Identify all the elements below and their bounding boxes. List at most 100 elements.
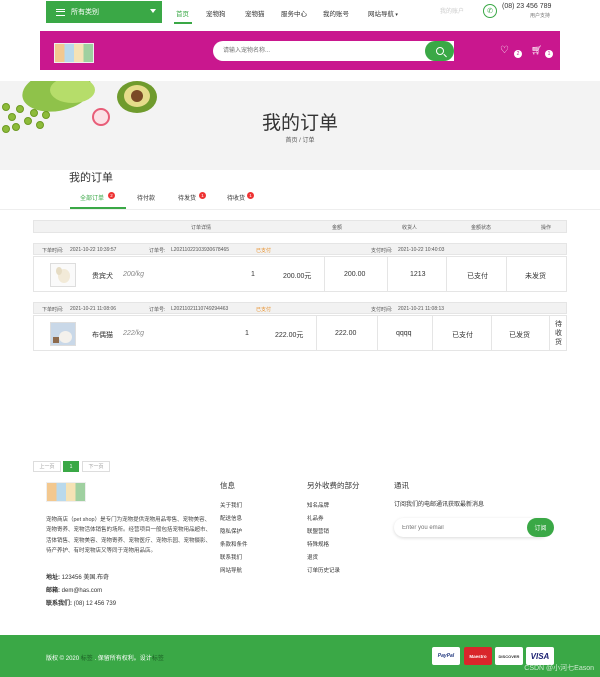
order-number: L20211021110749294463	[171, 306, 229, 312]
product-thumbnail[interactable]	[50, 322, 76, 346]
mail-value: dem@has.com	[61, 588, 103, 594]
product-unit-price: 222/kg	[123, 330, 145, 337]
product-thumbnail[interactable]	[50, 263, 76, 287]
footer-tel: 联系我们: (08) 12 456 739	[46, 598, 116, 607]
footer-bottom-bar: 版权 © 2020 标签 . 保留所有权利。设计标签 PayPal Maestr…	[0, 635, 600, 677]
breadcrumb-separator: /	[299, 138, 301, 144]
copyright-link[interactable]: 标签	[81, 656, 93, 662]
footer-logo[interactable]	[46, 482, 86, 502]
site-logo[interactable]	[54, 43, 94, 63]
nav-account[interactable]: 我的账号	[323, 8, 349, 18]
footer-description: 宠物商店（pet shop）是专门为宠物提供宠物用品零售、宠物美容、宠物寄养、宠…	[46, 517, 212, 554]
nav-sitemap[interactable]: 网站导航 ▾	[368, 8, 398, 18]
all-categories-label: 所有类别	[71, 9, 99, 16]
cell-divider	[446, 257, 447, 291]
tab-all-orders[interactable]: 全部订单	[80, 193, 104, 202]
paypal-card-icon: PayPal	[432, 647, 460, 665]
column-header: 金额	[332, 225, 343, 231]
footer-link[interactable]: 联盟营销	[307, 527, 329, 535]
footer-link[interactable]: 特殊规格	[307, 540, 329, 548]
copyright-text: . 保留所有权利。设计	[92, 656, 152, 662]
footer-link[interactable]: 知名品牌	[307, 501, 329, 509]
menu-icon	[56, 8, 65, 16]
copyright: 版权 © 2020 标签 . 保留所有权利。设计标签	[46, 653, 164, 662]
column-header: 金额状态	[471, 225, 492, 231]
top-nav: 所有类别 首页 宠物狗 宠物猫 服务中心 我的账号 网站导航 ▾ 我的账户 ✆ …	[0, 0, 600, 24]
order-amount: 222.00	[335, 330, 357, 337]
cell-divider	[491, 316, 492, 350]
divider	[0, 209, 600, 210]
chevron-down-icon	[150, 9, 156, 13]
footer-link[interactable]: 联系我们	[220, 553, 242, 561]
copyright-link[interactable]: 标签	[152, 656, 164, 662]
heart-icon[interactable]: ♡	[500, 45, 509, 56]
search-input[interactable]	[213, 41, 454, 61]
footer-link[interactable]: 配送信息	[220, 514, 242, 522]
footer-link[interactable]: 礼品券	[307, 514, 324, 522]
header-band: ♡ 2 🛒︎ 1	[40, 31, 560, 70]
footer-link[interactable]: 订单历史记录	[307, 566, 340, 574]
cart-icon[interactable]: 🛒︎	[531, 45, 542, 56]
order-action[interactable]: 未发货	[525, 271, 546, 281]
order-paid-label: 支付时间:	[371, 307, 393, 313]
product-subtotal: 200.00元	[283, 273, 312, 280]
confirm-receipt-char: 收	[555, 330, 562, 337]
extras-column-title: 另外收费的部分	[307, 481, 360, 490]
nav-dogs[interactable]: 宠物狗	[206, 8, 226, 18]
tab-pending-receipt[interactable]: 待收货	[227, 193, 245, 202]
tab-pending-shipment[interactable]: 待发货	[178, 193, 196, 202]
order-receiver: 1213	[410, 271, 426, 278]
tab-badge: 1	[247, 192, 254, 199]
product-name[interactable]: 贵宾犬	[92, 271, 113, 281]
footer-link[interactable]: 条款和条件	[220, 540, 248, 548]
order-pay-status: 已支付	[467, 273, 488, 280]
mail-label: 邮箱:	[46, 588, 60, 594]
order-number-label: 订单号:	[149, 307, 166, 313]
order-status: 已支付	[256, 307, 272, 313]
pagination-current[interactable]: 1	[63, 461, 79, 472]
cell-divider	[377, 316, 378, 350]
newsletter-text: 订阅我们的电邮通讯获取最新消息	[394, 502, 485, 508]
product-unit-price: 200/kg	[123, 271, 145, 278]
nav-home[interactable]: 首页	[176, 8, 189, 18]
phone-icon: ✆	[483, 4, 497, 18]
address-label: 地址:	[46, 575, 60, 581]
column-header: 操作	[541, 225, 552, 231]
email-field[interactable]	[394, 518, 544, 537]
info-column-title: 信息	[220, 481, 235, 490]
breadcrumb-home[interactable]: 首页	[285, 138, 297, 144]
lettuce-image	[50, 81, 95, 103]
address-value: 123456 美国.布奇	[61, 575, 110, 581]
product-name[interactable]: 布偶猫	[92, 330, 113, 340]
order-number: L20211022103930678465	[171, 247, 230, 253]
cell-divider	[387, 257, 388, 291]
order-paid-time: 2021-10-21 11:08:13	[398, 306, 445, 312]
order-created-label: 下单时间:	[42, 248, 64, 254]
footer-link[interactable]: 退货	[307, 553, 318, 561]
tel-value: (08) 12 456 739	[73, 601, 117, 607]
maestro-card-icon: Maestro	[464, 647, 492, 665]
footer-link[interactable]: 关于我们	[220, 501, 242, 509]
order-header: 下单时间: 2021-10-22 10:39:57 订单号: L20211022…	[33, 243, 567, 255]
order-row: 布偶猫 222/kg 1 222.00元 222.00 qqqq 已支付 已发货…	[33, 315, 567, 351]
search-icon	[435, 47, 444, 55]
tab-pending-payment[interactable]: 待付款	[137, 193, 155, 202]
footer-link[interactable]: 隐私保护	[220, 527, 242, 535]
cell-divider	[549, 316, 550, 350]
pagination-prev[interactable]: 上一页	[33, 461, 61, 472]
column-header: 订单详情	[191, 225, 212, 231]
my-account-link[interactable]: 我的账户	[440, 6, 464, 15]
nav-sitemap-label: 网站导航	[368, 11, 394, 18]
wishlist-count-badge: 2	[514, 50, 522, 58]
search-button[interactable]	[425, 41, 454, 61]
all-categories-button[interactable]: 所有类别	[46, 1, 162, 23]
product-qty: 1	[245, 330, 249, 337]
chevron-down-icon: ▾	[394, 12, 398, 18]
nav-cats[interactable]: 宠物猫	[245, 8, 265, 18]
subscribe-button[interactable]: 订阅	[527, 518, 554, 537]
footer-link[interactable]: 网站导航	[220, 566, 242, 574]
confirm-receipt-char: 货	[555, 339, 562, 346]
nav-service[interactable]: 服务中心	[281, 8, 307, 18]
confirm-receipt-button[interactable]: 待 收 货	[555, 320, 562, 347]
pagination-next[interactable]: 下一页	[82, 461, 110, 472]
